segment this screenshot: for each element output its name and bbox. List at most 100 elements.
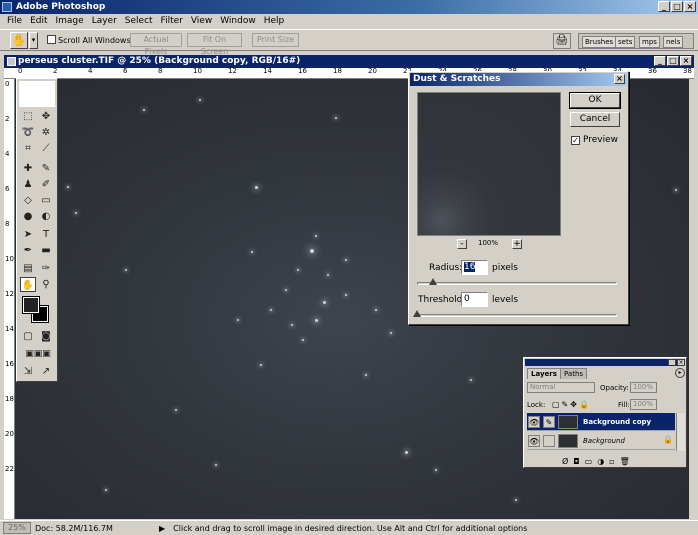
vertical-scrollbar[interactable] [689, 79, 694, 519]
path-selection-tool-icon[interactable]: ➤ [20, 227, 36, 242]
layers-scrollbar[interactable] [676, 413, 685, 451]
healing-brush-tool-icon[interactable]: ✚ [20, 161, 36, 176]
type-tool-icon[interactable]: T [38, 227, 54, 242]
foreground-color-swatch[interactable] [22, 296, 40, 314]
menu-view[interactable]: View [187, 14, 216, 28]
palette-close-button[interactable]: × [677, 359, 685, 366]
doc-minimize-button[interactable]: _ [654, 56, 666, 66]
history-brush-tool-icon[interactable]: ✐ [38, 177, 54, 192]
star-point [315, 235, 317, 237]
menu-filter[interactable]: Filter [157, 14, 187, 28]
zoom-in-button[interactable]: + [512, 239, 522, 249]
link-icon[interactable] [543, 435, 555, 447]
slice-tool-icon[interactable]: ⟋ [38, 141, 54, 156]
radius-slider[interactable] [417, 282, 617, 285]
ok-button[interactable]: OK [569, 92, 621, 109]
channels-tab[interactable]: nels [663, 36, 684, 48]
menu-image[interactable]: Image [52, 14, 88, 28]
tab-layers[interactable]: Layers [527, 368, 561, 379]
adjustment-layer-icon[interactable]: ◑ [597, 457, 604, 466]
brush-tool-icon[interactable]: ✎ [38, 161, 54, 176]
status-zoom-field[interactable]: 25% [3, 522, 31, 534]
maximize-button[interactable]: □ [671, 1, 683, 12]
new-layer-icon[interactable]: ▫ [609, 457, 614, 466]
layer-mask-icon[interactable]: ◘ [573, 457, 579, 466]
menu-file[interactable]: File [3, 14, 26, 28]
eye-icon[interactable]: 👁 [528, 416, 540, 428]
palette-menu-icon[interactable]: ▸ [675, 368, 685, 378]
layer-row[interactable]: 👁 Background 🔒 [527, 432, 675, 450]
chevron-down-icon[interactable]: ▾ [29, 32, 38, 49]
threshold-slider-thumb[interactable] [413, 310, 421, 317]
lock-icons[interactable]: ▢✎✥🔒 [552, 400, 591, 409]
presets-tab[interactable]: sets [615, 36, 636, 48]
ruler-tick-label: 6 [5, 185, 10, 193]
new-set-icon[interactable]: ▭ [585, 457, 593, 466]
preview-checkbox[interactable]: ✓ [571, 136, 580, 145]
radius-slider-thumb[interactable] [429, 278, 437, 285]
magic-wand-tool-icon[interactable]: ✲ [38, 125, 54, 140]
menu-layer[interactable]: Layer [88, 14, 121, 28]
screen-mode-icons[interactable]: ▣▣▣ [18, 347, 58, 362]
threshold-slider[interactable] [417, 314, 617, 317]
clone-stamp-tool-icon[interactable]: ♟ [20, 177, 36, 192]
menu-select[interactable]: Select [121, 14, 157, 28]
tab-paths[interactable]: Paths [560, 368, 588, 379]
file-browser-icon[interactable]: 🖨 [553, 33, 571, 49]
comps-tab[interactable]: mps [639, 36, 660, 48]
layer-style-icon[interactable]: Ø [562, 457, 568, 466]
fill-input[interactable]: 100% [630, 399, 657, 410]
adobe-feather-logo[interactable] [19, 81, 55, 107]
brushes-tab[interactable]: Brushes [582, 36, 617, 48]
status-doc-size[interactable]: Doc: 58.2M/116.7M [35, 524, 159, 533]
blur-tool-icon[interactable]: ● [20, 209, 36, 224]
imageready-jump-icon[interactable]: ⇲ [20, 364, 36, 379]
close-button[interactable]: × [684, 1, 696, 12]
scroll-all-windows-checkbox[interactable] [47, 35, 56, 45]
layer-row[interactable]: 👁 ✎ Background copy [527, 413, 675, 431]
lasso-tool-icon[interactable]: ➰ [20, 125, 36, 140]
pen-tool-icon[interactable]: ✒ [20, 243, 36, 258]
cancel-button[interactable]: Cancel [570, 112, 620, 127]
marquee-tool-icon[interactable]: ⬚ [20, 109, 36, 124]
doc-close-button[interactable]: × [680, 56, 692, 66]
zoom-out-button[interactable]: - [457, 239, 467, 249]
brush-icon[interactable]: ✎ [543, 416, 555, 428]
menu-help[interactable]: Help [260, 14, 289, 28]
trash-icon[interactable]: 🗑 [620, 457, 630, 466]
actual-pixels-button[interactable]: Actual Pixels [130, 33, 182, 56]
gradient-tool-icon[interactable]: ▭ [38, 193, 54, 208]
opacity-input[interactable]: 100% [630, 382, 657, 393]
minimize-button[interactable]: _ [658, 1, 670, 12]
filter-preview[interactable] [417, 92, 561, 236]
eye-icon[interactable]: 👁 [528, 435, 540, 447]
dialog-close-button[interactable]: × [614, 74, 625, 84]
palette-minimize-button[interactable]: _ [668, 359, 676, 366]
blend-mode-select[interactable]: Normal [527, 382, 595, 393]
move-tool-icon[interactable]: ✥ [38, 109, 54, 124]
fit-on-screen-button[interactable]: Fit On Screen [187, 33, 242, 56]
standard-mode-icon[interactable]: ▢ [20, 329, 36, 344]
dodge-tool-icon[interactable]: ◐ [38, 209, 54, 224]
shape-tool-icon[interactable]: ▬ [38, 243, 54, 258]
status-menu-arrow-icon[interactable]: ▶ [159, 524, 165, 533]
quick-mask-mode-icon[interactable]: ◙ [38, 329, 54, 344]
eyedropper-tool-icon[interactable]: ✑ [38, 261, 54, 276]
jump-to-icon[interactable]: ↗ [38, 364, 54, 379]
zoom-tool-icon[interactable]: ⚲ [38, 277, 54, 292]
ruler-tick-label: 8 [5, 220, 10, 228]
menu-window[interactable]: Window [216, 14, 260, 28]
eraser-tool-icon[interactable]: ◇ [20, 193, 36, 208]
print-size-button[interactable]: Print Size [252, 33, 299, 47]
notes-tool-icon[interactable]: ▤ [20, 261, 36, 276]
hand-tool-icon[interactable]: ✋ [20, 277, 36, 292]
hand-tool-preset-icon[interactable]: ✋ [10, 32, 28, 49]
palette-title-bar[interactable]: _ × [525, 359, 685, 366]
crop-tool-icon[interactable]: ⌗ [20, 141, 36, 156]
doc-maximize-button[interactable]: □ [667, 56, 679, 66]
threshold-input[interactable]: 0 [461, 292, 488, 307]
menu-edit[interactable]: Edit [26, 14, 51, 28]
star-point [470, 379, 472, 381]
ruler-tick-label: 16 [298, 68, 307, 75]
radius-input[interactable]: 16 [461, 260, 488, 275]
